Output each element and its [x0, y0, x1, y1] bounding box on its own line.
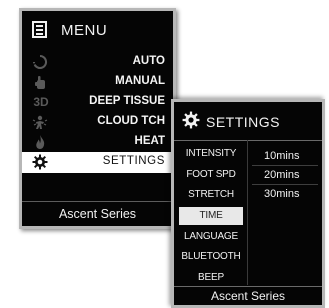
gear-icon [182, 111, 200, 129]
menu-footer: Ascent Series [58, 207, 137, 221]
time-option-10[interactable]: 10mins [252, 147, 318, 166]
settings-item-time[interactable]: TIME [179, 206, 243, 225]
menu-item-cloud-tch[interactable]: CLOUD TCH [22, 112, 173, 132]
menu-list-icon [32, 21, 47, 38]
time-options-list: 10mins 20mins 30mins [252, 147, 318, 204]
cloud-touch-icon [32, 114, 50, 130]
settings-item-intensity[interactable]: INTENSITY [176, 144, 246, 165]
menu-header: MENU [22, 11, 173, 49]
menu-screen: MENU AUTO MANUAL 3D DEEP TISSUE CLOUD TC… [19, 8, 176, 229]
menu-item-label: HEAT [134, 135, 165, 147]
auto-cycle-icon [32, 54, 50, 70]
menu-item-manual[interactable]: MANUAL [22, 72, 173, 92]
menu-item-label: CLOUD TCH [97, 115, 165, 127]
settings-footer: Ascent Series [210, 289, 286, 303]
settings-item-bluetooth[interactable]: BLUETOOTH [176, 247, 246, 268]
menu-item-auto[interactable]: AUTO [22, 52, 173, 72]
menu-list: AUTO MANUAL 3D DEEP TISSUE CLOUD TCH HEA… [22, 52, 173, 173]
settings-item-stretch[interactable]: STRETCH [176, 185, 246, 206]
menu-item-heat[interactable]: HEAT [22, 132, 173, 152]
menu-item-label: SETTINGS [102, 155, 165, 167]
settings-title: SETTINGS [206, 114, 281, 130]
hand-icon [32, 74, 50, 90]
menu-item-label: MANUAL [115, 75, 165, 87]
menu-item-label: DEEP TISSUE [89, 95, 165, 107]
3d-icon: 3D [33, 95, 49, 109]
gear-icon [32, 154, 50, 170]
settings-header-divider [174, 140, 322, 141]
settings-header: SETTINGS [174, 102, 322, 140]
flame-icon [32, 134, 50, 150]
settings-item-language[interactable]: LANGUAGE [176, 227, 246, 248]
settings-item-beep[interactable]: BEEP [176, 268, 246, 289]
time-option-30[interactable]: 30mins [252, 185, 318, 204]
menu-item-settings[interactable]: SETTINGS [22, 152, 173, 173]
menu-footer-divider [22, 201, 173, 202]
settings-screen: SETTINGS INTENSITY FOOT SPD STRETCH TIME… [171, 99, 325, 308]
settings-column-divider [247, 140, 248, 285]
settings-item-foot-spd[interactable]: FOOT SPD [176, 165, 246, 186]
settings-list: INTENSITY FOOT SPD STRETCH TIME LANGUAGE… [176, 144, 246, 288]
settings-footer-divider [174, 286, 322, 287]
menu-title: MENU [61, 22, 108, 39]
menu-item-label: AUTO [132, 55, 165, 67]
time-option-20[interactable]: 20mins [252, 166, 318, 185]
menu-item-deep-tissue[interactable]: 3D DEEP TISSUE [22, 92, 173, 112]
stage: MENU AUTO MANUAL 3D DEEP TISSUE CLOUD TC… [0, 0, 329, 308]
